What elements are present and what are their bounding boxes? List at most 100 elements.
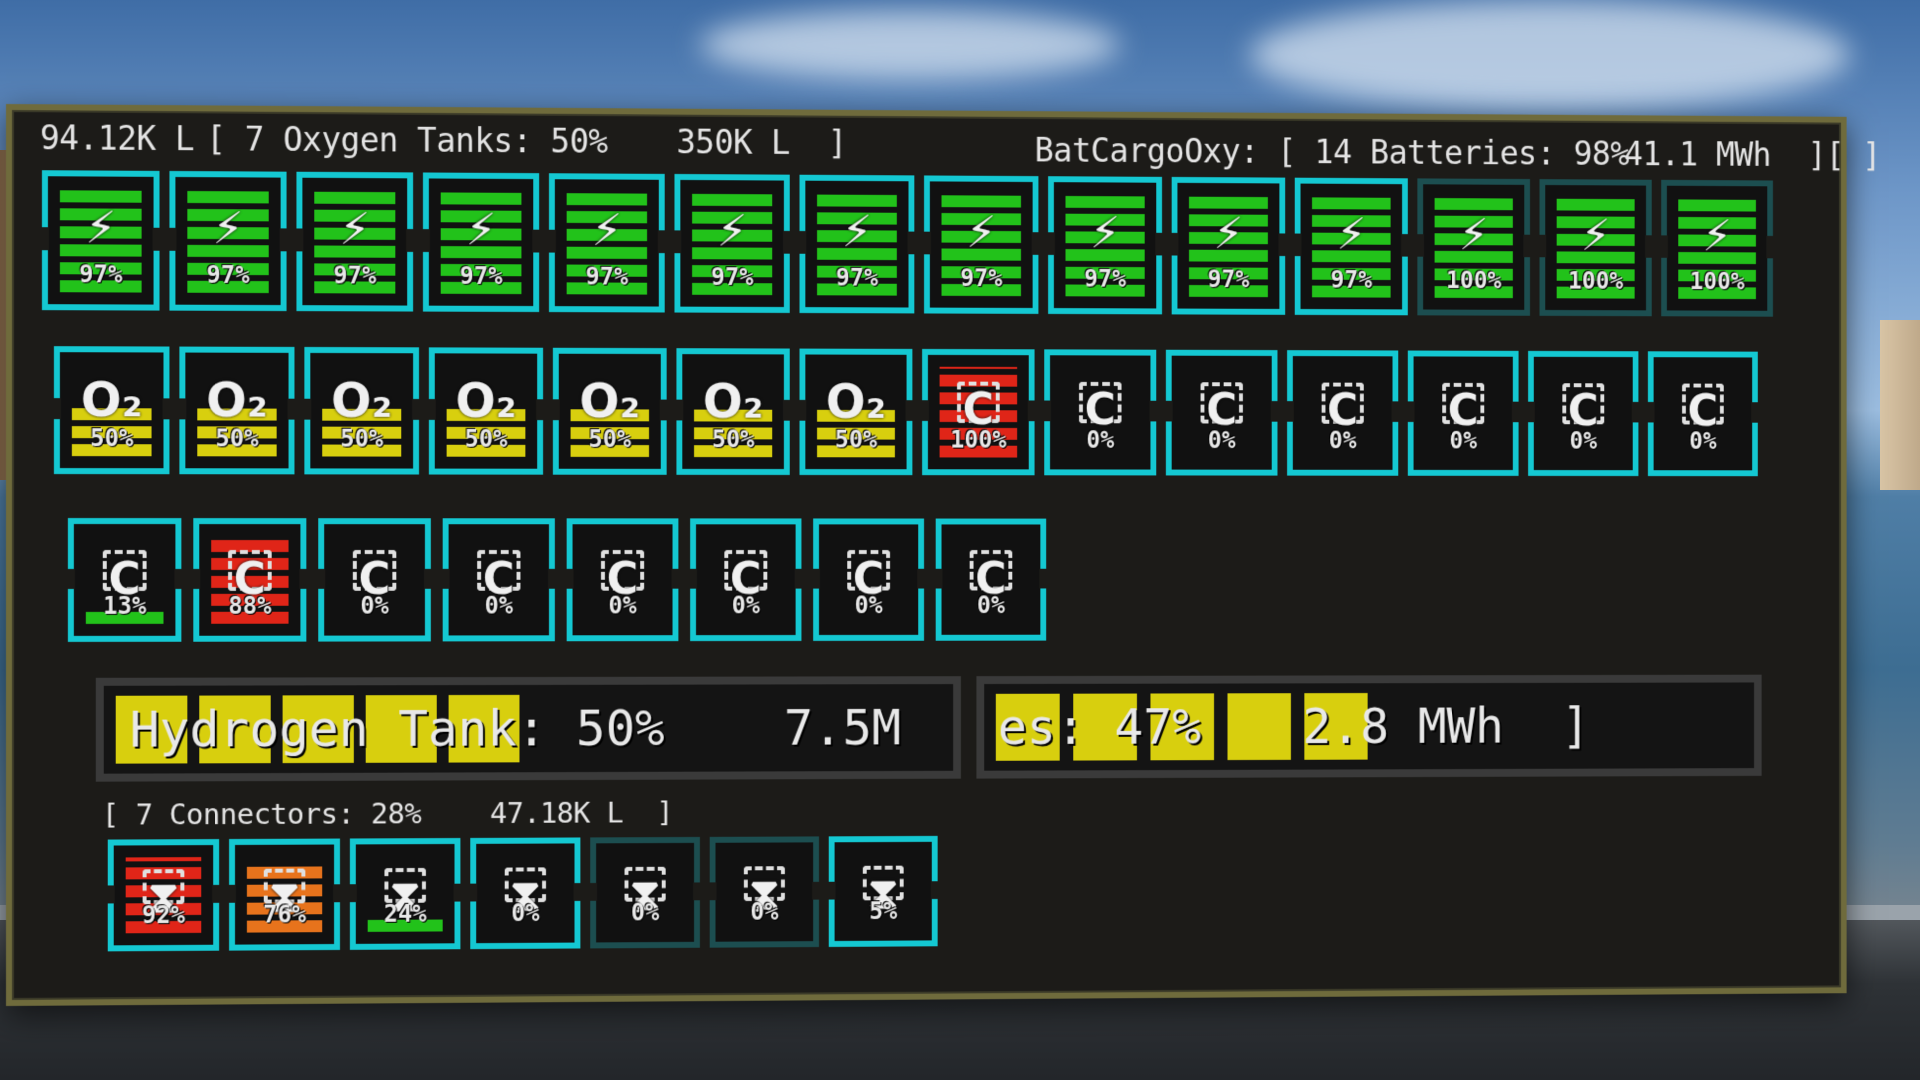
percent-label: 0% (1449, 426, 1478, 455)
hydrogen-capacity: 7.5M (783, 698, 902, 757)
oxygen-icon: O₂ (455, 373, 517, 430)
lightning-icon: ⚡ (1458, 209, 1489, 260)
percent-label: 97% (1330, 266, 1373, 294)
percent-label: 0% (1086, 426, 1115, 454)
percent-label: 50% (215, 424, 259, 453)
cargo-cell: C 0% (1647, 351, 1758, 477)
percent-label: 50% (588, 425, 632, 453)
oxygen-tank-cell: O₂ 50% (676, 348, 790, 475)
percent-label: 76% (263, 900, 307, 929)
cargo-cell: C 0% (1287, 350, 1399, 476)
batteries-bar-energy: 2.8 MWh ] (1302, 697, 1590, 755)
oxygen-group-label: [ 7 Oxygen Tanks: 50% (206, 119, 608, 161)
oxygen-icon: O₂ (702, 373, 764, 430)
lightning-icon: ⚡ (85, 202, 117, 254)
lightning-icon: ⚡ (1213, 208, 1244, 259)
lightning-icon: ⚡ (1580, 210, 1611, 261)
percent-label: 97% (1084, 264, 1127, 293)
connectors-volume: 47.18K L ] (489, 795, 674, 830)
hydrogen-label: Hydrogen Tank: 50% (129, 699, 665, 759)
oxygen-tank-cell: O₂ 50% (304, 346, 420, 475)
percent-label: 100% (1689, 267, 1745, 296)
percent-label: 0% (484, 591, 514, 620)
connector-cell: ⧗ 0% (590, 836, 700, 949)
cargo-cell: C 0% (1528, 350, 1639, 477)
percent-label: 0% (1689, 427, 1717, 455)
percent-label: 0% (750, 897, 779, 926)
percent-label: 92% (141, 901, 186, 930)
percent-label: 97% (333, 261, 377, 290)
battery-cell: ⚡ 97% (296, 171, 414, 312)
percent-label: 50% (340, 424, 384, 453)
oxygen-capacity: 350K L ] (676, 122, 847, 163)
lightning-icon: ⚡ (1090, 207, 1121, 259)
connector-cell: ⧗ 24% (349, 837, 461, 950)
percent-label: 24% (383, 899, 427, 928)
percent-label: 50% (834, 425, 878, 454)
battery-energy: 41.1 MWh ][ ] (1624, 134, 1881, 175)
percent-label: 0% (608, 591, 637, 620)
percent-label: 0% (360, 591, 389, 620)
percent-label: 0% (854, 591, 883, 620)
cargo-cell: C 0% (442, 518, 555, 642)
connector-row: ⧗ 92% ⧗ 76% ⧗ 24% ⧗ 0% ⧗ 0% ⧗ 0% ⧗ 5% (107, 835, 938, 952)
battery-cell: ⚡ 97% (1294, 177, 1408, 316)
cargo-cell: C 0% (935, 518, 1047, 641)
oxygen-tank-cell: O₂ 50% (799, 348, 913, 476)
connector-cell: ⧗ 92% (107, 839, 220, 952)
cargo-cell: C 0% (690, 518, 802, 642)
battery-cell: ⚡ 97% (799, 174, 915, 314)
battery-cell: ⚡ 97% (1171, 176, 1286, 315)
cargo-cell: C 0% (1407, 350, 1519, 476)
percent-label: 97% (1207, 265, 1250, 294)
percent-label: 50% (90, 424, 134, 453)
percent-label: 13% (103, 591, 147, 620)
percent-label: 97% (206, 260, 250, 290)
cargo-cell: C 0% (566, 518, 679, 642)
tank-cargo-row: O₂ 50% O₂ 50% O₂ 50% O₂ 50% O₂ 50% O₂ 50% O₂ 50% C 100%… (53, 346, 1758, 477)
percent-label: 100% (950, 425, 1007, 454)
lightning-icon: ⚡ (966, 207, 997, 258)
oxygen-icon: O₂ (80, 372, 143, 429)
lightning-icon: ⚡ (212, 203, 244, 255)
percent-label: 50% (464, 424, 508, 453)
oxygen-icon: O₂ (579, 373, 641, 430)
connectors-group-label: [ 7 Connectors: 28% (101, 796, 422, 832)
cargo-row: C 13% C 88% C 0% C 0% C 0% C 0% C 0% C 0% (67, 518, 1047, 642)
battery-cell: ⚡ 97% (548, 173, 665, 313)
bar-segment (1227, 693, 1291, 761)
battery-cell: ⚡ 97% (422, 172, 540, 313)
oxygen-tank-cell: O₂ 50% (552, 347, 667, 475)
cargo-cell: C 13% (67, 518, 182, 642)
oxygen-tank-cell: O₂ 50% (179, 346, 295, 475)
percent-label: 50% (711, 425, 755, 454)
oxygen-volume: 94.12K L (39, 118, 195, 159)
battery-row: ⚡ 97% ⚡ 97% ⚡ 97% ⚡ 97% ⚡ 97% ⚡ 97% ⚡ 97% ⚡ 97% ⚡ 97% ⚡ 97%… (41, 170, 1773, 317)
lightning-icon: ⚡ (841, 206, 873, 258)
percent-label: 100% (1568, 267, 1624, 295)
connector-cell: ⧗ 0% (709, 836, 819, 948)
lightning-icon: ⚡ (591, 205, 623, 256)
oxygen-tank-cell: O₂ 50% (53, 346, 170, 475)
lightning-icon: ⚡ (1336, 209, 1367, 260)
battery-cell: ⚡ 97% (1048, 176, 1163, 315)
connector-cell: ⧗ 5% (828, 835, 938, 947)
battery-cell: ⚡ 97% (924, 175, 1039, 314)
percent-label: 97% (835, 263, 879, 292)
battery-cell: ⚡ 97% (169, 170, 287, 312)
oxygen-icon: O₂ (825, 374, 887, 430)
lightning-icon: ⚡ (717, 205, 748, 257)
percent-label: 97% (710, 263, 754, 292)
percent-label: 0% (630, 898, 660, 927)
percent-label: 0% (1207, 426, 1236, 454)
oxygen-icon: O₂ (206, 372, 268, 429)
cargo-cell: C 0% (1044, 349, 1157, 476)
battery-cell: ⚡ 100% (1539, 179, 1652, 317)
lightning-icon: ⚡ (465, 204, 497, 256)
cargo-cell: C 0% (318, 518, 431, 642)
connector-cell: ⧗ 0% (470, 837, 581, 950)
percent-label: 97% (585, 262, 629, 291)
batteries-bar: es: 47% 2.8 MWh ] (976, 674, 1762, 779)
cargo-cell: C 0% (1165, 349, 1278, 476)
percent-label: 0% (1328, 426, 1357, 455)
